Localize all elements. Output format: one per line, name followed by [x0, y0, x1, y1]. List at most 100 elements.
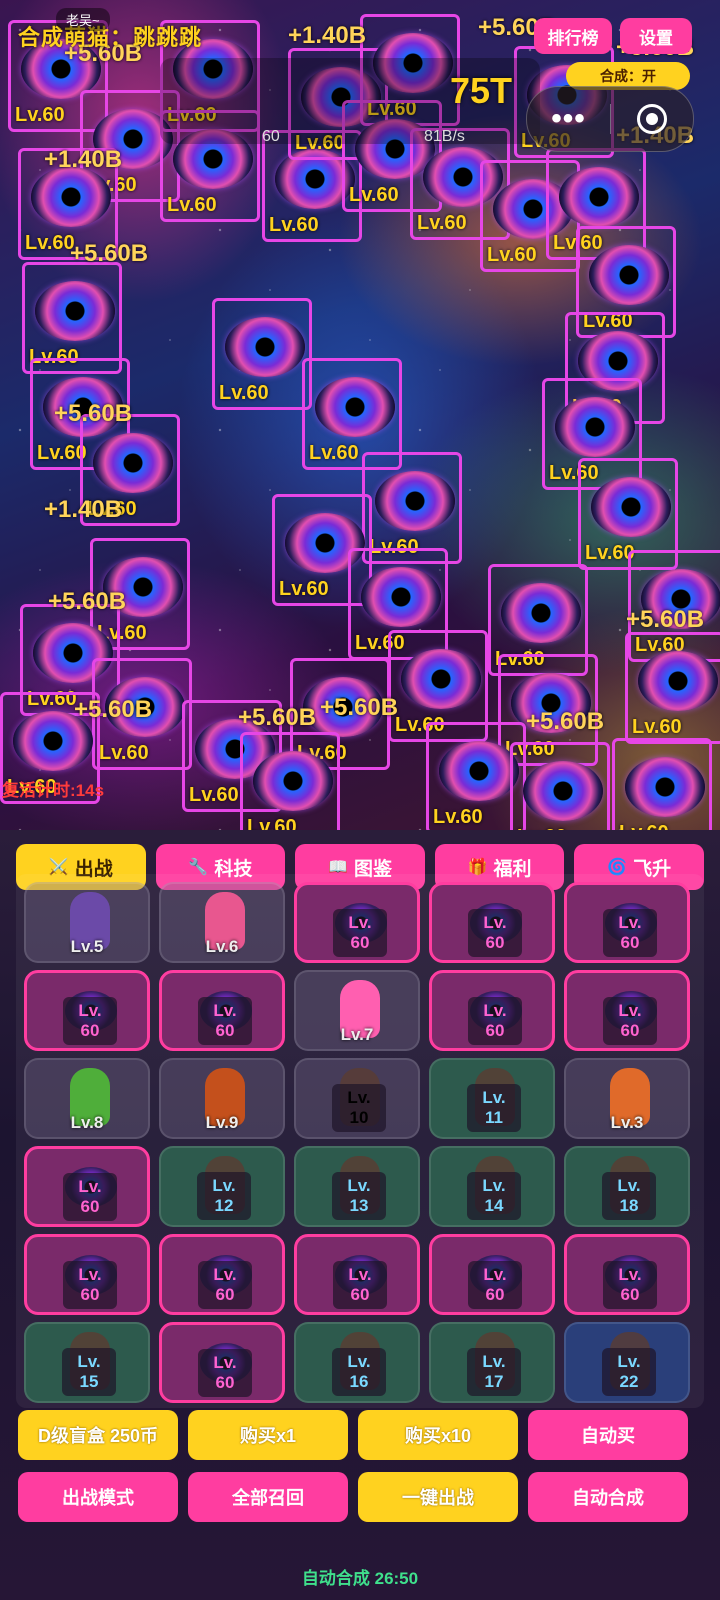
buy-x1-button[interactable]: 购买x1: [188, 1410, 348, 1460]
grid-slot-cat[interactable]: Lv.3: [564, 1058, 690, 1139]
cosmic-eye-icon: [625, 757, 705, 817]
damage-number: +5.60B: [320, 694, 399, 721]
slot-level-prefix: Lv.: [347, 1176, 371, 1196]
grid-slot-eye[interactable]: Lv. 60: [429, 970, 555, 1051]
unit-level: Lv.60: [433, 806, 483, 828]
score-rate: 60 81B/s: [262, 128, 465, 146]
slot-level-number: 60: [620, 1285, 640, 1304]
grid-slot-eye[interactable]: Lv. 60: [564, 882, 690, 963]
grid-slot-cat[interactable]: Lv. 15: [24, 1322, 150, 1403]
slot-level: Lv.3: [610, 1113, 644, 1132]
damage-number: +1.40B: [44, 146, 123, 173]
slot-level-number: 17: [484, 1372, 504, 1391]
action-row-1: D级盲盒 250币 购买x1 购买x10 自动买: [18, 1410, 688, 1460]
battle-unit[interactable]: Lv.60: [212, 298, 312, 410]
battle-unit[interactable]: Lv.60: [625, 632, 720, 744]
slot-level: Lv.5: [70, 937, 104, 956]
damage-number: +5.60B: [54, 400, 133, 427]
slot-level-prefix: Lv.: [213, 1265, 237, 1285]
slot-level-prefix: Lv.: [618, 913, 642, 933]
cosmic-eye-icon: [589, 245, 669, 305]
battle-unit[interactable]: Lv.60: [510, 742, 610, 830]
unit-level: Lv.60: [25, 232, 75, 254]
grid-slot-cat[interactable]: Lv. 11: [429, 1058, 555, 1139]
buy-x10-button[interactable]: 购买x10: [358, 1410, 518, 1460]
slot-level-number: 11: [485, 1108, 503, 1127]
game-title: 合成萌猫：跳跳跳: [18, 25, 203, 50]
grid-slot-eye[interactable]: Lv. 60: [24, 1234, 150, 1315]
mini-program-capsule: •••: [526, 86, 694, 152]
battle-unit[interactable]: Lv.60: [612, 738, 712, 830]
grid-slot-cat[interactable]: Lv. 16: [294, 1322, 420, 1403]
grid-slot-cat[interactable]: Lv.7: [294, 970, 420, 1051]
settings-button[interactable]: 设置: [620, 18, 692, 54]
slot-level-prefix: Lv.: [347, 1088, 371, 1108]
slot-level-number: 12: [214, 1196, 234, 1215]
grid-slot-eye[interactable]: Lv. 60: [564, 1234, 690, 1315]
grid-slot-cat[interactable]: Lv. 13: [294, 1146, 420, 1227]
slot-level-number: 60: [350, 933, 370, 952]
grid-slot-cat[interactable]: Lv. 18: [564, 1146, 690, 1227]
auto-merge-button[interactable]: 自动合成: [528, 1472, 688, 1522]
battle-mode-button[interactable]: 出战模式: [18, 1472, 178, 1522]
slot-level-prefix: Lv.: [78, 1177, 102, 1197]
grid-slot-cat[interactable]: Lv. 10: [294, 1058, 420, 1139]
slot-level: Lv. 13: [332, 1172, 386, 1220]
slot-level: Lv. 11: [467, 1084, 521, 1132]
grid-slot-eye[interactable]: Lv. 60: [294, 1234, 420, 1315]
slot-level-number: 60: [485, 1021, 505, 1040]
grid-slot-cat[interactable]: Lv. 12: [159, 1146, 285, 1227]
grid-slot-eye[interactable]: Lv. 60: [159, 1322, 285, 1403]
unit-level: Lv.60: [309, 442, 359, 464]
damage-number: +5.60B: [526, 708, 605, 735]
slot-level: Lv. 60: [468, 909, 522, 957]
cosmic-eye-icon: [253, 751, 333, 811]
grid-slot-eye[interactable]: Lv. 60: [294, 882, 420, 963]
grid-slot-cat[interactable]: Lv.8: [24, 1058, 150, 1139]
grid-slot-cat[interactable]: Lv.6: [159, 882, 285, 963]
slot-level-number: 60: [215, 1373, 235, 1392]
grid-slot-cat[interactable]: Lv. 14: [429, 1146, 555, 1227]
auto-buy-button[interactable]: 自动买: [528, 1410, 688, 1460]
damage-number: +1.40B: [44, 496, 123, 523]
recall-all-button[interactable]: 全部召回: [188, 1472, 348, 1522]
cosmic-eye-icon: [35, 281, 115, 341]
slot-level-number: 15: [79, 1372, 99, 1391]
close-program-button[interactable]: [611, 104, 693, 134]
damage-number: +5.60B: [238, 704, 317, 731]
leaderboard-button[interactable]: 排行榜: [534, 18, 612, 54]
slot-level: Lv. 60: [603, 1261, 657, 1309]
cosmic-eye-icon: [93, 433, 173, 493]
slot-level-prefix: Lv.: [618, 1001, 642, 1021]
battle-unit[interactable]: Lv.60: [240, 732, 340, 830]
slot-level-number: 60: [215, 1285, 235, 1304]
grid-slot-eye[interactable]: Lv. 60: [24, 970, 150, 1051]
grid-slot-cat[interactable]: Lv.5: [24, 882, 150, 963]
cosmic-eye-icon: [439, 741, 519, 801]
grid-slot-eye[interactable]: Lv. 60: [24, 1146, 150, 1227]
slot-level-prefix: Lv.: [212, 1176, 236, 1196]
grid-slot-eye[interactable]: Lv. 60: [159, 1234, 285, 1315]
slot-level-number: 13: [349, 1196, 369, 1215]
slot-level: Lv. 60: [468, 997, 522, 1045]
grid-slot-eye[interactable]: Lv. 60: [429, 1234, 555, 1315]
slot-level: Lv. 60: [63, 997, 117, 1045]
grid-slot-cat[interactable]: Lv.9: [159, 1058, 285, 1139]
slot-level: Lv. 15: [62, 1348, 116, 1396]
slot-level-number: 60: [350, 1285, 370, 1304]
slot-level-number: 16: [349, 1372, 369, 1391]
grid-slot-cat[interactable]: Lv. 17: [429, 1322, 555, 1403]
more-menu-button[interactable]: •••: [527, 102, 610, 136]
deploy-all-button[interactable]: 一键出战: [358, 1472, 518, 1522]
damage-number: +5.60B: [70, 240, 149, 267]
blind-box-button[interactable]: D级盲盒 250币: [18, 1410, 178, 1460]
grid-slot-eye[interactable]: Lv. 60: [159, 970, 285, 1051]
score-value: 75T: [450, 70, 513, 111]
slot-level-prefix: Lv.: [483, 1265, 507, 1285]
grid-slot-eye[interactable]: Lv. 60: [429, 882, 555, 963]
slot-level-number: 60: [80, 1285, 100, 1304]
grid-slot-eye[interactable]: Lv. 60: [564, 970, 690, 1051]
grid-slot-cat[interactable]: Lv. 22: [564, 1322, 690, 1403]
slot-level-number: 60: [80, 1197, 100, 1216]
slot-level: Lv. 60: [198, 997, 252, 1045]
